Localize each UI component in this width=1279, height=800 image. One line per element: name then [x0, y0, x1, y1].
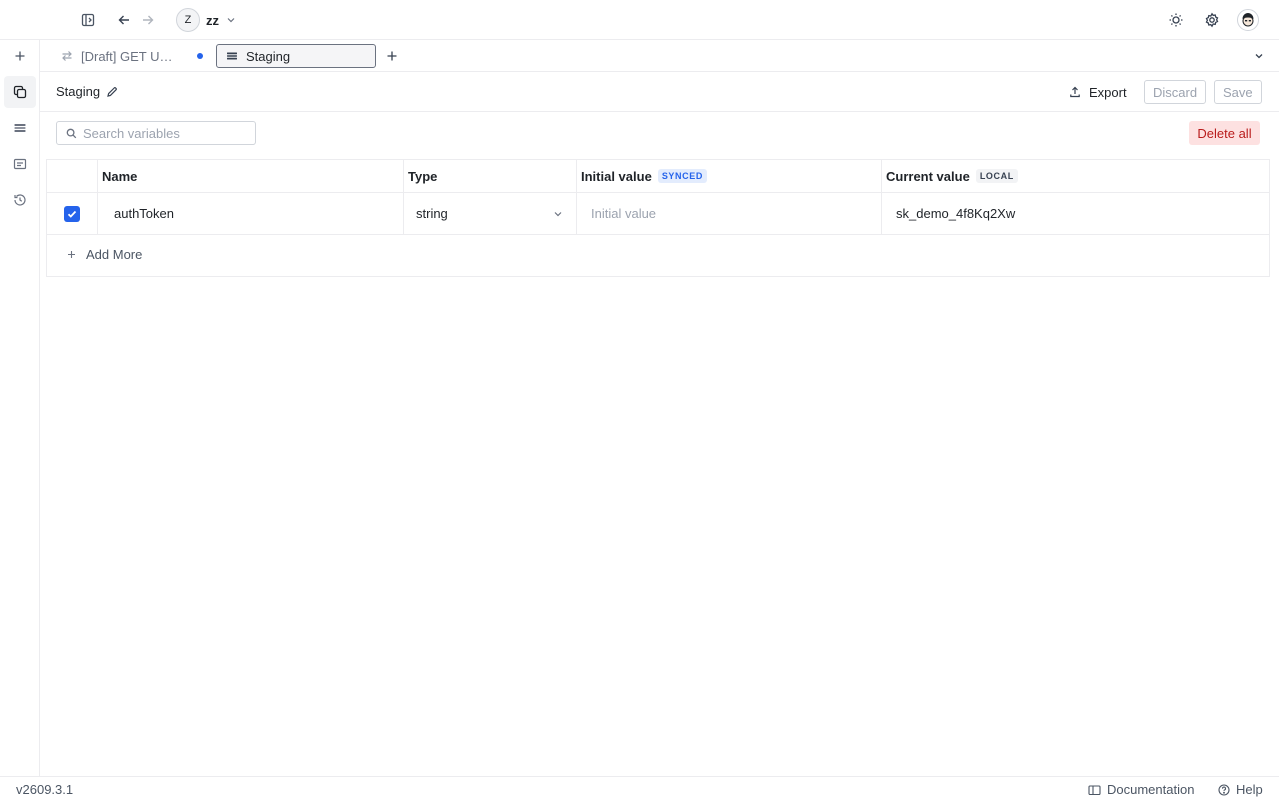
avatar — [1237, 9, 1259, 31]
header-initial-label: Initial value — [581, 168, 652, 184]
new-request-button[interactable] — [4, 40, 36, 72]
layers-icon — [13, 121, 27, 135]
add-more-button[interactable]: Add More — [67, 247, 142, 262]
copy-icon — [13, 85, 27, 99]
tab-draft-request[interactable]: [Draft] GET Untitled — [52, 44, 214, 68]
back-button[interactable] — [112, 8, 136, 32]
table-header-row: Name Type Initial value SYNCED Current v… — [47, 160, 1269, 193]
sidebar-toggle-icon — [81, 13, 95, 27]
forward-button[interactable] — [136, 8, 160, 32]
environment-icon — [226, 50, 238, 62]
header-current-value: Current value LOCAL — [882, 160, 1269, 192]
rail-item-history[interactable] — [4, 184, 36, 216]
tabs-row: [Draft] GET Untitled Staging — [40, 40, 1279, 72]
tab-staging[interactable]: Staging — [216, 44, 376, 68]
environment-title: Staging — [56, 84, 118, 99]
type-value: string — [416, 206, 448, 221]
new-tab-button[interactable] — [380, 44, 404, 68]
user-avatar-button[interactable] — [1236, 8, 1260, 32]
history-icon — [13, 193, 27, 207]
chevron-down-icon — [1253, 50, 1265, 62]
header-type-label: Type — [408, 168, 438, 184]
status-bar: v2609.3.1 Documentation Help — [0, 776, 1279, 800]
add-more-label: Add More — [86, 247, 143, 262]
search-box[interactable] — [56, 121, 256, 145]
table-row: authToken string sk_demo_4f8Kq2Xw — [47, 193, 1269, 235]
help-label: Help — [1236, 782, 1263, 797]
environment-name: Staging — [56, 84, 101, 99]
header-initial-value: Initial value SYNCED — [577, 160, 882, 192]
book-icon — [1088, 784, 1101, 796]
top-bar: Z zz — [0, 0, 1279, 40]
local-badge: LOCAL — [975, 169, 1018, 183]
export-label: Export — [1089, 84, 1127, 100]
header-name-label: Name — [102, 168, 138, 184]
tab-label: [Draft] GET Untitled — [81, 48, 179, 64]
enabled-checkbox[interactable] — [64, 205, 80, 222]
arrow-left-icon — [117, 13, 131, 27]
delete-all-button[interactable]: Delete all — [1189, 121, 1260, 145]
variable-name: authToken — [114, 206, 174, 221]
header-current-label: Current value — [886, 168, 970, 184]
row-checkbox-cell — [47, 193, 98, 234]
rail-item-collections[interactable] — [4, 76, 36, 108]
search-icon — [66, 128, 77, 139]
header-checkbox-cell — [47, 160, 98, 192]
save-button[interactable]: Save — [1214, 80, 1262, 104]
rest-arrows-icon — [61, 50, 73, 62]
discard-button[interactable]: Discard — [1144, 80, 1207, 104]
rail-item-environments[interactable] — [4, 112, 36, 144]
plus-icon — [14, 50, 26, 62]
help-link[interactable]: Help — [1218, 782, 1263, 797]
card-icon — [13, 157, 27, 171]
upload-icon — [1069, 86, 1081, 98]
header-name: Name — [98, 160, 404, 192]
version-label: v2609.3.1 — [16, 782, 74, 797]
type-select[interactable]: string — [404, 206, 576, 221]
settings-button[interactable] — [1200, 8, 1224, 32]
synced-badge: SYNCED — [657, 169, 707, 183]
header-type: Type — [404, 160, 577, 192]
arrow-right-icon — [141, 13, 155, 27]
variables-table: Name Type Initial value SYNCED Current v… — [46, 159, 1270, 277]
rail-item-specs[interactable] — [4, 148, 36, 180]
add-more-row: Add More — [47, 235, 1269, 276]
environment-header: Staging Export Discard Save — [40, 72, 1279, 112]
workspace-name: zz — [206, 12, 219, 28]
theme-toggle-button[interactable] — [1164, 8, 1188, 32]
gear-icon — [1204, 12, 1220, 28]
chevron-down-icon — [225, 14, 237, 26]
current-value-cell[interactable]: sk_demo_4f8Kq2Xw — [882, 193, 1269, 234]
export-button[interactable]: Export — [1063, 80, 1133, 104]
sun-icon — [1168, 12, 1184, 28]
unsaved-dot — [197, 53, 203, 59]
tabs-menu-button[interactable] — [1247, 44, 1271, 68]
plus-icon — [386, 50, 398, 62]
tab-label: Staging — [246, 48, 291, 64]
toggle-sidebar-button[interactable] — [76, 8, 100, 32]
left-rail — [0, 40, 40, 776]
chevron-down-icon — [552, 208, 564, 220]
help-circle-icon — [1218, 783, 1230, 796]
initial-value-cell — [577, 193, 882, 234]
search-input[interactable] — [83, 125, 243, 141]
variable-name-cell[interactable]: authToken — [98, 193, 404, 234]
workspace-avatar: Z — [176, 8, 200, 32]
initial-value-input[interactable] — [577, 206, 881, 221]
documentation-link[interactable]: Documentation — [1088, 782, 1194, 797]
current-value: sk_demo_4f8Kq2Xw — [896, 206, 1016, 221]
pencil-icon[interactable] — [106, 86, 118, 98]
check-icon — [66, 208, 78, 220]
variable-type-cell: string — [404, 193, 577, 234]
plus-icon — [67, 250, 76, 259]
documentation-label: Documentation — [1107, 782, 1195, 797]
workspace-selector[interactable]: Z zz — [176, 8, 237, 32]
